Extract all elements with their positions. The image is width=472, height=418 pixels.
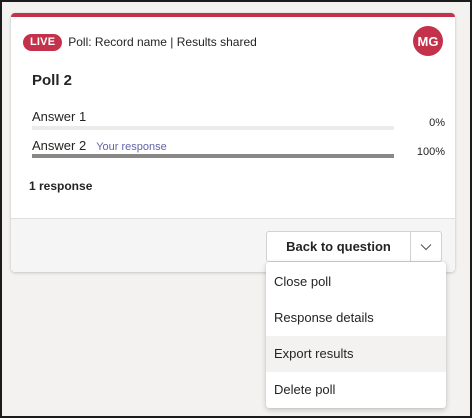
- poll-options-menu: Close poll Response details Export resul…: [266, 262, 446, 408]
- answer-percent: 0%: [429, 117, 445, 129]
- back-to-question-split-button: Back to question: [266, 231, 442, 262]
- chevron-down-icon: [420, 243, 432, 250]
- live-badge: LIVE: [23, 33, 63, 51]
- answer-percent: 100%: [416, 146, 445, 158]
- answer-label: Answer 1: [32, 109, 87, 124]
- menu-item-delete-poll[interactable]: Delete poll: [266, 372, 446, 408]
- menu-item-export-results[interactable]: Export results: [266, 336, 446, 372]
- answer-row: Answer 1 0%: [32, 108, 445, 136]
- avatar[interactable]: MG: [413, 26, 443, 56]
- answer-row: Answer 2 Your response 100%: [32, 137, 445, 165]
- avatar-initials: MG: [417, 33, 439, 49]
- your-response-tag: Your response: [96, 141, 167, 153]
- response-count: 1 response: [29, 179, 93, 193]
- menu-item-response-details[interactable]: Response details: [266, 300, 446, 336]
- answer-label: Answer 2: [32, 138, 87, 153]
- answer-bar-fill: [32, 154, 394, 158]
- more-options-dropdown-button[interactable]: [411, 231, 442, 262]
- card-accent-bar: [11, 13, 455, 17]
- answer-bar-track: [32, 154, 394, 158]
- poll-card: LIVE Poll: Record name | Results shared …: [11, 13, 455, 272]
- poll-header-text: Poll: Record name | Results shared: [68, 35, 257, 49]
- poll-title: Poll 2: [32, 72, 73, 89]
- answer-bar-track: [32, 126, 394, 130]
- menu-item-close-poll[interactable]: Close poll: [266, 264, 446, 300]
- back-to-question-button[interactable]: Back to question: [266, 231, 411, 262]
- poll-header: LIVE Poll: Record name | Results shared: [23, 32, 257, 52]
